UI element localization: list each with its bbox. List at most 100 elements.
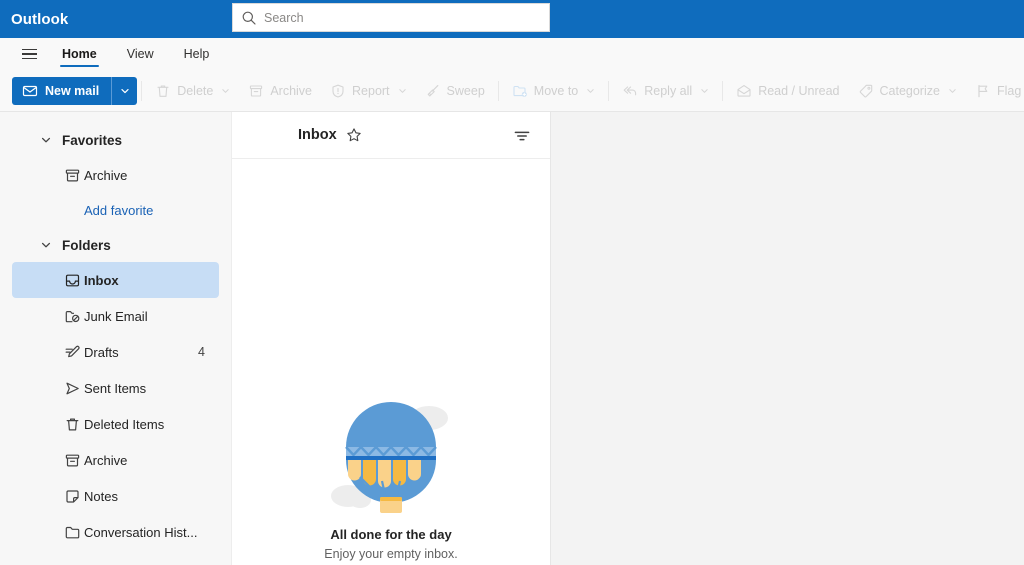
sidebar-item-label: Drafts	[84, 345, 119, 360]
tab-view-label: View	[127, 47, 154, 61]
folder-icon	[64, 524, 81, 541]
search-input[interactable]	[264, 4, 541, 31]
search-box[interactable]	[232, 3, 550, 32]
toolbar-divider	[141, 81, 142, 101]
main-body: Favorites Archive Add favorite Folders	[0, 112, 1024, 565]
sidebar-item-label: Deleted Items	[84, 417, 164, 432]
toolbar-archive[interactable]: Archive	[239, 76, 321, 106]
toolbar-archive-label: Archive	[270, 84, 312, 98]
chevron-down-icon	[40, 239, 52, 251]
toolbar-flag-unflag-label: Flag / Unflag	[997, 84, 1024, 98]
chevron-down-icon	[700, 86, 709, 95]
sidebar-item-deleted-items[interactable]: Deleted Items	[12, 406, 219, 442]
inbox-icon	[64, 272, 81, 289]
toolbar-read-unread[interactable]: Read / Unread	[727, 76, 848, 106]
filter-icon[interactable]	[512, 126, 532, 146]
archive-icon	[64, 452, 81, 469]
new-mail-dropdown[interactable]	[112, 77, 137, 105]
star-icon[interactable]	[346, 127, 362, 143]
chevron-down-icon	[398, 86, 407, 95]
chevron-down-icon	[586, 86, 595, 95]
sidebar-item-conversation-history[interactable]: Conversation Hist...	[12, 514, 219, 550]
chevron-down-icon	[948, 86, 957, 95]
toolbar-divider	[722, 81, 723, 101]
message-list-empty-state: All done for the day Enjoy your empty in…	[232, 159, 550, 565]
tab-home[interactable]: Home	[50, 38, 109, 70]
toolbar-read-unread-label: Read / Unread	[758, 84, 839, 98]
sidebar-item-label: Archive	[84, 168, 127, 183]
favorites-group-header[interactable]: Favorites	[0, 125, 231, 155]
toolbar-divider	[608, 81, 609, 101]
chevron-down-icon	[120, 86, 130, 96]
reading-pane	[551, 112, 1024, 565]
toolbar-delete-label: Delete	[177, 84, 213, 98]
folders-label: Folders	[62, 238, 111, 253]
sidebar-item-archive[interactable]: Archive	[12, 442, 219, 478]
outlook-window: Outlook Home View Help	[0, 0, 1024, 565]
add-favorite-link[interactable]: Add favorite	[12, 193, 219, 227]
sidebar-item-junk-email[interactable]: Junk Email	[12, 298, 219, 334]
trash-icon	[155, 83, 171, 99]
chevron-down-icon	[40, 134, 52, 146]
toolbar-flag-unflag[interactable]: Flag / Unflag	[966, 76, 1024, 106]
app-title: Outlook	[11, 11, 68, 28]
folders-group-header[interactable]: Folders	[0, 230, 231, 260]
sidebar-item-label: Sent Items	[84, 381, 146, 396]
add-favorite-label: Add favorite	[84, 203, 153, 218]
note-icon	[64, 488, 81, 505]
tab-home-label: Home	[62, 47, 97, 61]
envelope-open-icon	[736, 83, 752, 99]
reply-all-icon	[622, 83, 638, 99]
hamburger-icon[interactable]	[14, 38, 44, 70]
message-list-panel: Inbox	[232, 112, 551, 565]
new-mail-label: New mail	[45, 84, 99, 98]
trash-icon	[64, 416, 81, 433]
empty-state-title: All done for the day	[330, 527, 451, 542]
search-icon	[241, 10, 257, 26]
sidebar-item-inbox[interactable]: Inbox	[12, 262, 219, 298]
tab-help[interactable]: Help	[172, 38, 222, 70]
folder-move-icon	[512, 83, 528, 99]
hot-air-balloon-illustration	[330, 395, 452, 517]
toolbar-reply-all[interactable]: Reply all	[613, 76, 718, 106]
sidebar-item-label: Notes	[84, 489, 118, 504]
toolbar-sweep[interactable]: Sweep	[416, 76, 494, 106]
broom-icon	[425, 83, 441, 99]
chevron-down-icon	[221, 86, 230, 95]
send-icon	[64, 380, 81, 397]
app-header: Outlook	[0, 0, 1024, 38]
mail-icon	[22, 83, 38, 99]
toolbar-delete[interactable]: Delete	[146, 76, 239, 106]
sidebar-item-label: Conversation Hist...	[84, 525, 197, 540]
command-toolbar: New mail Delete	[0, 70, 1024, 112]
archive-icon	[248, 83, 264, 99]
tag-icon	[858, 83, 874, 99]
toolbar-sweep-label: Sweep	[447, 84, 485, 98]
ribbon-tab-bar: Home View Help	[0, 38, 1024, 70]
pencil-icon	[64, 344, 81, 361]
tab-help-label: Help	[184, 47, 210, 61]
toolbar-categorize-label: Categorize	[880, 84, 940, 98]
toolbar-move-to-label: Move to	[534, 84, 578, 98]
message-list-title: Inbox	[298, 127, 337, 143]
tab-view[interactable]: View	[115, 38, 166, 70]
sidebar-item-drafts[interactable]: Drafts 4	[12, 334, 219, 370]
new-mail-button[interactable]: New mail	[12, 77, 137, 105]
toolbar-reply-all-label: Reply all	[644, 84, 692, 98]
new-mail-main[interactable]: New mail	[12, 77, 111, 105]
sidebar-item-notes[interactable]: Notes	[12, 478, 219, 514]
folder-sidebar: Favorites Archive Add favorite Folders	[0, 112, 232, 565]
sidebar-item-sent-items[interactable]: Sent Items	[12, 370, 219, 406]
junk-folder-icon	[64, 308, 81, 325]
toolbar-divider	[498, 81, 499, 101]
sidebar-item-label: Archive	[84, 453, 127, 468]
sidebar-item-count: 4	[198, 345, 205, 359]
toolbar-categorize[interactable]: Categorize	[849, 76, 966, 106]
sidebar-item-label: Junk Email	[84, 309, 148, 324]
archive-icon	[64, 167, 81, 184]
sidebar-item-favorites-archive[interactable]: Archive	[12, 157, 219, 193]
toolbar-report[interactable]: Report	[321, 76, 416, 106]
message-list-header: Inbox	[232, 112, 550, 159]
sidebar-item-label: Inbox	[84, 273, 119, 288]
toolbar-move-to[interactable]: Move to	[503, 76, 604, 106]
